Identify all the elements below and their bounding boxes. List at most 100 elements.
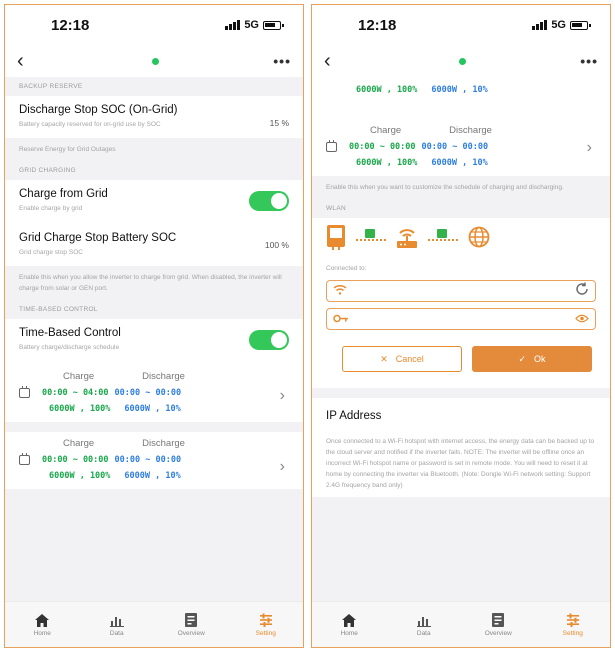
grid-charge-stop-sub: Grid charge stop SOC bbox=[19, 249, 83, 256]
tab-label: Setting bbox=[255, 629, 276, 637]
refresh-icon[interactable] bbox=[575, 282, 589, 301]
nav-bar: ‹ ••• bbox=[5, 45, 303, 77]
eye-icon[interactable] bbox=[575, 310, 589, 328]
wifi-password-field[interactable] bbox=[326, 308, 596, 330]
discharge-label: Discharge bbox=[449, 125, 492, 136]
phone-screen-left: 12:18 5G ‹ ••• BACKUP RESERVE Discharge … bbox=[4, 4, 304, 648]
charge-time-range: 00:00 ~ 04:00 bbox=[42, 388, 109, 398]
tab-data[interactable]: Data bbox=[87, 613, 147, 637]
status-bar: 12:18 5G bbox=[312, 5, 610, 45]
discharge-stop-soc-row[interactable]: Discharge Stop SOC (On-Grid) Battery cap… bbox=[5, 96, 303, 138]
charge-from-grid-row: Charge from Grid Enable charge by grid bbox=[5, 180, 303, 222]
reserve-note: Reserve Energy for Grid Outages bbox=[19, 146, 116, 153]
connection-link-dots bbox=[356, 228, 386, 241]
status-bar: 12:18 5G bbox=[5, 5, 303, 45]
tab-overview[interactable]: Overview bbox=[161, 612, 221, 637]
section-wlan: WLAN bbox=[326, 205, 346, 212]
charge-time-range: 00:00 ~ 00:00 bbox=[349, 142, 416, 152]
settings-scroll[interactable]: BACKUP RESERVE Discharge Stop SOC (On-Gr… bbox=[5, 77, 303, 603]
charge-label: Charge bbox=[370, 125, 402, 136]
ip-address-section: IP Address bbox=[312, 398, 610, 430]
tab-label: Setting bbox=[562, 629, 583, 637]
tab-overview[interactable]: Overview bbox=[468, 612, 528, 637]
home-icon bbox=[342, 613, 357, 627]
section-grid-charging: GRID CHARGING bbox=[19, 167, 76, 174]
charge-from-grid-toggle[interactable] bbox=[249, 191, 289, 211]
schedule-item[interactable]: Charge Discharge 00:00 ~ 04:00 00:00 ~ 0… bbox=[5, 361, 303, 422]
discharge-power: 6000W , 10% bbox=[124, 471, 181, 481]
back-icon[interactable]: ‹ bbox=[324, 50, 344, 73]
battery-icon bbox=[570, 20, 591, 30]
discharge-label: Discharge bbox=[142, 438, 185, 449]
more-icon[interactable]: ••• bbox=[580, 53, 598, 69]
charge-power: 6000W , 100% bbox=[356, 158, 418, 168]
discharge-time-range: 00:00 ~ 00:00 bbox=[114, 388, 182, 398]
tab-setting[interactable]: Setting bbox=[543, 613, 603, 637]
nav-bar: ‹ ••• bbox=[312, 45, 610, 77]
connection-link-dots bbox=[428, 228, 458, 241]
ok-button[interactable]: ✓ Ok bbox=[472, 346, 592, 372]
chart-icon bbox=[416, 613, 431, 627]
time-based-title: Time-Based Control bbox=[19, 327, 121, 339]
tab-bar: Home Data Overview Setting bbox=[5, 601, 303, 647]
online-status-icon bbox=[458, 57, 466, 65]
status-time: 12:18 bbox=[51, 16, 90, 34]
globe-icon bbox=[468, 226, 490, 253]
settings-scroll[interactable]: 6000W , 100% 6000W , 10% Charge Discharg… bbox=[312, 77, 610, 603]
grid-charge-stop-value: 100 % bbox=[264, 240, 289, 250]
check-icon bbox=[437, 228, 447, 238]
overview-icon bbox=[492, 612, 505, 627]
discharge-power: 6000W , 10% bbox=[431, 85, 488, 95]
charge-label: Charge bbox=[63, 438, 95, 449]
schedule-item[interactable]: Charge Discharge 00:00 ~ 00:00 00:00 ~ 0… bbox=[312, 103, 610, 176]
tab-bar: Home Data Overview Setting bbox=[312, 601, 610, 647]
charge-power: 6000W , 100% bbox=[49, 471, 111, 481]
time-based-sub: Battery charge/discharge schedule bbox=[19, 344, 120, 351]
tab-setting[interactable]: Setting bbox=[236, 613, 296, 637]
grid-charge-stop-row[interactable]: Grid Charge Stop Battery SOC Grid charge… bbox=[5, 222, 303, 266]
calendar-icon bbox=[326, 140, 337, 152]
discharge-power: 6000W , 10% bbox=[124, 404, 181, 414]
grid-note: Enable this when you allow the inverter … bbox=[19, 274, 282, 292]
schedule-item[interactable]: Charge Discharge 00:00 ~ 00:00 00:00 ~ 0… bbox=[5, 432, 303, 489]
tab-label: Home bbox=[33, 629, 51, 637]
schedule-item-partial[interactable]: 6000W , 100% 6000W , 10% bbox=[312, 77, 610, 103]
online-status-icon bbox=[151, 57, 159, 65]
network-label: 5G bbox=[551, 19, 566, 31]
check-icon bbox=[365, 228, 375, 238]
tab-data[interactable]: Data bbox=[394, 613, 454, 637]
section-time-based-control: TIME-BASED CONTROL bbox=[19, 306, 98, 313]
signal-icon bbox=[532, 20, 548, 30]
router-icon bbox=[396, 225, 418, 254]
status-icons: 5G bbox=[225, 19, 284, 31]
time-based-toggle[interactable] bbox=[249, 330, 289, 350]
charge-from-grid-title: Charge from Grid bbox=[19, 188, 108, 200]
screenshot-stage: 12:18 5G ‹ ••• BACKUP RESERVE Discharge … bbox=[0, 0, 615, 652]
wlan-connection-diagram bbox=[312, 218, 610, 259]
cancel-label: Cancel bbox=[395, 354, 424, 364]
ip-address-note: Once connected to a Wi-Fi hotspot with i… bbox=[312, 430, 610, 497]
charge-label: Charge bbox=[63, 371, 95, 382]
discharge-power: 6000W , 10% bbox=[431, 158, 488, 168]
discharge-time-range: 00:00 ~ 00:00 bbox=[114, 455, 182, 465]
wifi-ssid-field[interactable] bbox=[326, 280, 596, 302]
charge-time-range: 00:00 ~ 00:00 bbox=[42, 455, 109, 465]
back-icon[interactable]: ‹ bbox=[17, 50, 37, 73]
charge-power: 6000W , 100% bbox=[356, 85, 418, 95]
tab-label: Overview bbox=[177, 629, 205, 637]
setting-icon bbox=[566, 613, 580, 627]
grid-charge-stop-title: Grid Charge Stop Battery SOC bbox=[19, 232, 177, 244]
tab-label: Home bbox=[340, 629, 358, 637]
wlan-panel: Connected to: ✕ Cancel ✓ Ok bbox=[312, 218, 610, 388]
phone-screen-right: 12:18 5G ‹ ••• 6000W , 100% 6000W , 10% … bbox=[311, 4, 611, 648]
discharge-label: Discharge bbox=[142, 371, 185, 382]
cancel-button[interactable]: ✕ Cancel bbox=[342, 346, 462, 372]
wifi-icon bbox=[333, 282, 347, 300]
wlan-action-buttons: ✕ Cancel ✓ Ok bbox=[312, 336, 610, 378]
charge-from-grid-sub: Enable charge by grid bbox=[19, 205, 83, 212]
more-icon[interactable]: ••• bbox=[273, 53, 291, 69]
tab-home[interactable]: Home bbox=[319, 613, 379, 637]
setting-icon bbox=[259, 613, 273, 627]
status-time: 12:18 bbox=[358, 16, 397, 34]
tab-home[interactable]: Home bbox=[12, 613, 72, 637]
